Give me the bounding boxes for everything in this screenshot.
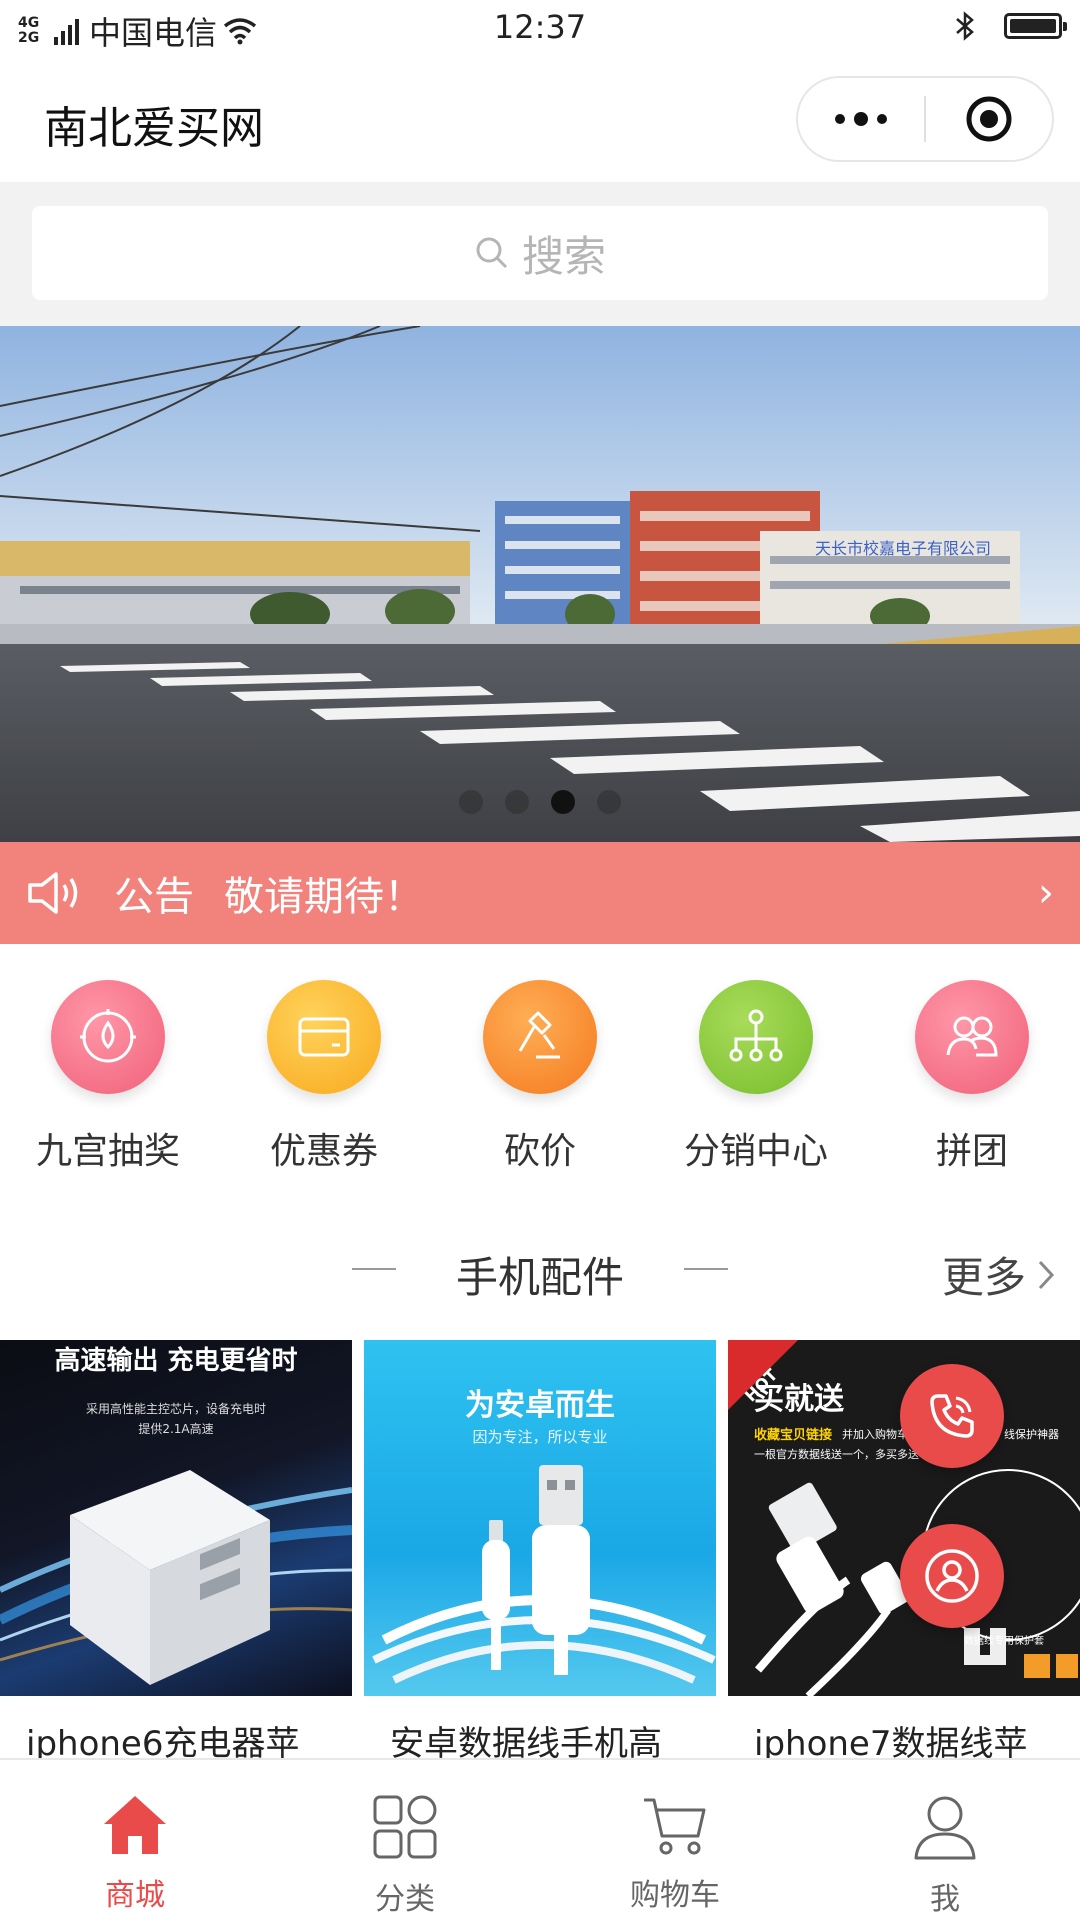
promo-subtitle: 提供2.1A高速 [138, 1422, 214, 1436]
product-name: iphone7数据线苹 [754, 1724, 1028, 1758]
carousel-dot[interactable] [597, 790, 621, 814]
tab-me[interactable]: 我 [810, 1760, 1080, 1920]
announcement-bar[interactable]: 公告 敬请期待！ › [0, 842, 1080, 944]
feature-group-buy[interactable]: 拼团 [864, 944, 1080, 1174]
announcement-label: 公告 [114, 874, 194, 920]
profile-button[interactable] [900, 1524, 1004, 1628]
product-image: 为安卓而生 因为专注，所以专业 [364, 1340, 716, 1696]
carousel-indicators [0, 790, 1080, 814]
product-card[interactable]: 为安卓而生 因为专注，所以专业 安卓数据线手机高 [364, 1340, 716, 1758]
group-buy-icon [915, 980, 1029, 1094]
bottom-tab-bar: 商城 分类 购物车 我 [0, 1758, 1080, 1920]
carousel-dot-active[interactable] [551, 790, 575, 814]
feature-label: 九宫抽奖 [35, 1131, 180, 1172]
status-right [954, 10, 1067, 42]
factory-photo: 天长市校嘉电子有限公司 [0, 326, 1080, 842]
promo-title: 为安卓而生 [465, 1388, 615, 1423]
promo-subtitle: 采用高性能主控芯片，设备充电时 [85, 1402, 266, 1416]
more-link[interactable]: 更多 [942, 1244, 1056, 1305]
status-bar: 4G 2G 中国电信 12:37 [0, 0, 1080, 56]
title-bar: 南北爱买网 [0, 56, 1080, 182]
lottery-icon [51, 980, 165, 1094]
distribution-icon [699, 980, 813, 1094]
promo-subtitle: 数据线专用保护套 [964, 1636, 1044, 1647]
feature-lottery[interactable]: 九宫抽奖 [0, 944, 216, 1174]
search-icon [476, 237, 508, 269]
search-area: 搜索 [0, 182, 1080, 326]
promo-title: 高速输出 充电更省时 [54, 1346, 298, 1376]
clock: 12:37 [493, 8, 587, 46]
tab-home[interactable]: 商城 [0, 1760, 270, 1920]
more-label: 更多 [941, 1253, 1026, 1302]
coupon-icon [267, 980, 381, 1094]
product-name: iphone6充电器苹 [26, 1724, 300, 1758]
product-image: 高速输出 充电更省时 采用高性能主控芯片，设备充电时 提供2.1A高速 [0, 1340, 352, 1696]
tab-cart[interactable]: 购物车 [540, 1760, 810, 1920]
feature-bargain[interactable]: 砍价 [432, 944, 648, 1174]
speaker-icon [28, 872, 78, 914]
more-menu-button[interactable] [798, 112, 924, 126]
banner-carousel[interactable]: 天长市校嘉电子有限公司 [0, 326, 1080, 842]
product-name: 安卓数据线手机高 [390, 1724, 662, 1758]
carousel-dot[interactable] [505, 790, 529, 814]
person-circle-icon [925, 1549, 979, 1603]
carousel-dot[interactable] [459, 790, 483, 814]
battery-icon [1004, 13, 1067, 39]
search-placeholder: 搜索 [521, 231, 606, 281]
title-dash-right [684, 1268, 728, 1270]
chevron-right-icon [1038, 1260, 1055, 1289]
bargain-icon [483, 980, 597, 1094]
factory-sign-text: 天长市校嘉电子有限公司 [815, 539, 991, 558]
feature-label: 优惠券 [269, 1131, 378, 1172]
phone-icon [930, 1394, 974, 1438]
bluetooth-icon [956, 11, 974, 41]
announcement-text: 敬请期待！ [224, 874, 424, 920]
feature-grid: 九宫抽奖 优惠券 砍价 分销中心 拼团 [0, 944, 1080, 1174]
feature-label: 分销中心 [683, 1131, 828, 1172]
feature-label: 拼团 [935, 1131, 1008, 1172]
promo-subtitle: 一根官方数据线送一个，多买多送 [754, 1448, 919, 1461]
feature-label: 砍价 [503, 1131, 576, 1172]
tab-label: 商城 [105, 1878, 165, 1913]
feature-coupon[interactable]: 优惠券 [216, 944, 432, 1174]
phone-call-button[interactable] [900, 1364, 1004, 1468]
category-icon [373, 1795, 437, 1859]
cart-icon [644, 1798, 706, 1855]
target-icon [966, 96, 1012, 142]
chevron-right-icon: › [1038, 870, 1054, 916]
mini-program-capsule [796, 76, 1054, 162]
home-icon [104, 1796, 166, 1854]
promo-subtitle: 收藏宝贝链接 [754, 1428, 833, 1443]
close-program-button[interactable] [926, 95, 1052, 143]
user-icon [914, 1796, 976, 1860]
section-title: 手机配件 [455, 1253, 624, 1302]
feature-distribution[interactable]: 分销中心 [648, 944, 864, 1174]
tab-label: 我 [930, 1882, 960, 1917]
promo-title: 买就送 [754, 1382, 844, 1417]
page-title: 南北爱买网 [44, 103, 264, 154]
tab-label: 分类 [375, 1882, 435, 1917]
search-input[interactable]: 搜索 [32, 206, 1048, 300]
tab-label: 购物车 [630, 1878, 720, 1913]
section-header: 手机配件 更多 [0, 1216, 1080, 1316]
product-card[interactable]: 高速输出 充电更省时 采用高性能主控芯片，设备充电时 提供2.1A高速 ipho… [0, 1340, 352, 1758]
promo-subtitle: 因为专注，所以专业 [472, 1428, 608, 1446]
tab-category[interactable]: 分类 [270, 1760, 540, 1920]
promo-subtitle: 线保护神器 [1004, 1428, 1059, 1441]
promo-subtitle: 并加入购物车 [842, 1428, 908, 1441]
charger-illustration [70, 1470, 270, 1685]
